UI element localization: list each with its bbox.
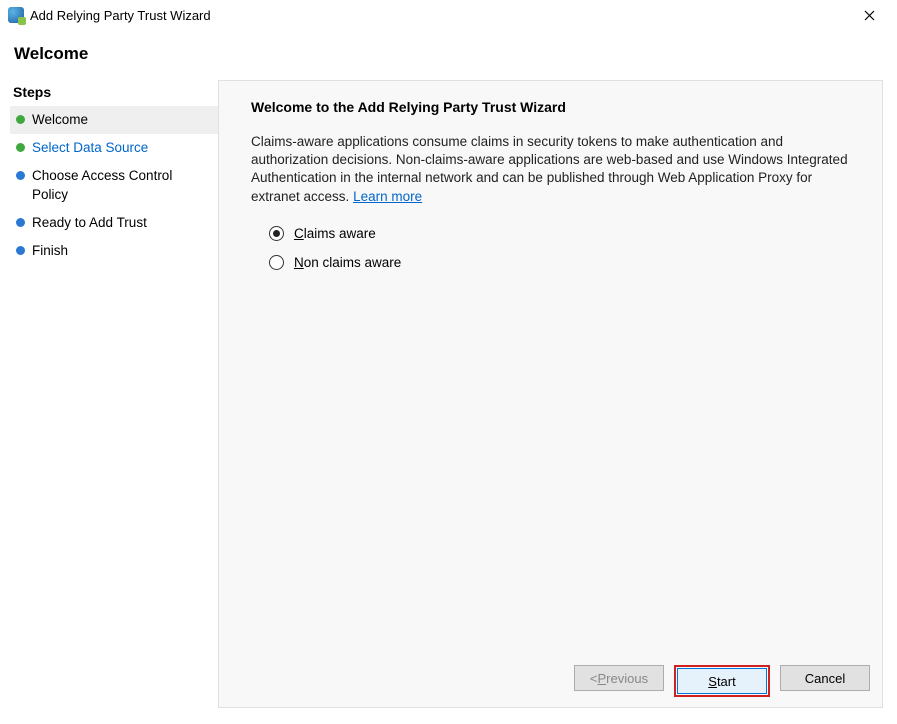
page-heading: Welcome [0,30,897,80]
step-welcome[interactable]: Welcome [10,106,218,134]
close-button[interactable] [849,1,889,29]
learn-more-link[interactable]: Learn more [353,189,422,204]
radio-label: Non claims aware [294,255,401,270]
start-button-highlight: Start [674,665,770,697]
sidebar-header: Steps [10,80,218,106]
bullet-icon [16,143,25,152]
step-ready-to-add-trust[interactable]: Ready to Add Trust [10,209,218,237]
previous-button: < Previous [574,665,664,691]
step-finish[interactable]: Finish [10,237,218,265]
panel-body: Welcome to the Add Relying Party Trust W… [219,81,882,655]
step-label: Ready to Add Trust [32,214,212,232]
bullet-icon [16,218,25,227]
step-select-data-source[interactable]: Select Data Source [10,134,218,162]
panel-description: Claims-aware applications consume claims… [251,133,854,206]
step-label: Select Data Source [32,139,212,157]
radio-indicator [269,255,284,270]
button-bar: < Previous Start Cancel [219,655,882,707]
radio-indicator [269,226,284,241]
step-label: Finish [32,242,212,260]
bullet-icon [16,246,25,255]
step-label: Welcome [32,111,212,129]
bullet-icon [16,171,25,180]
panel-title: Welcome to the Add Relying Party Trust W… [251,99,854,115]
radio-claims-aware[interactable]: Claims aware [269,226,854,241]
radio-label: Claims aware [294,226,376,241]
content-area: Steps Welcome Select Data Source Choose … [0,80,897,708]
bullet-icon [16,115,25,124]
wizard-steps-sidebar: Steps Welcome Select Data Source Choose … [0,80,218,708]
description-text: Claims-aware applications consume claims… [251,134,848,204]
app-icon [8,7,24,23]
main-panel: Welcome to the Add Relying Party Trust W… [218,80,883,708]
step-choose-access-control-policy[interactable]: Choose Access Control Policy [10,162,218,208]
close-icon [864,10,875,21]
radio-non-claims-aware[interactable]: Non claims aware [269,255,854,270]
step-label: Choose Access Control Policy [32,167,212,203]
awareness-radio-group: Claims aware Non claims aware [251,226,854,270]
title-bar: Add Relying Party Trust Wizard [0,0,897,30]
cancel-button[interactable]: Cancel [780,665,870,691]
window-title: Add Relying Party Trust Wizard [30,8,849,23]
start-button[interactable]: Start [677,668,767,694]
